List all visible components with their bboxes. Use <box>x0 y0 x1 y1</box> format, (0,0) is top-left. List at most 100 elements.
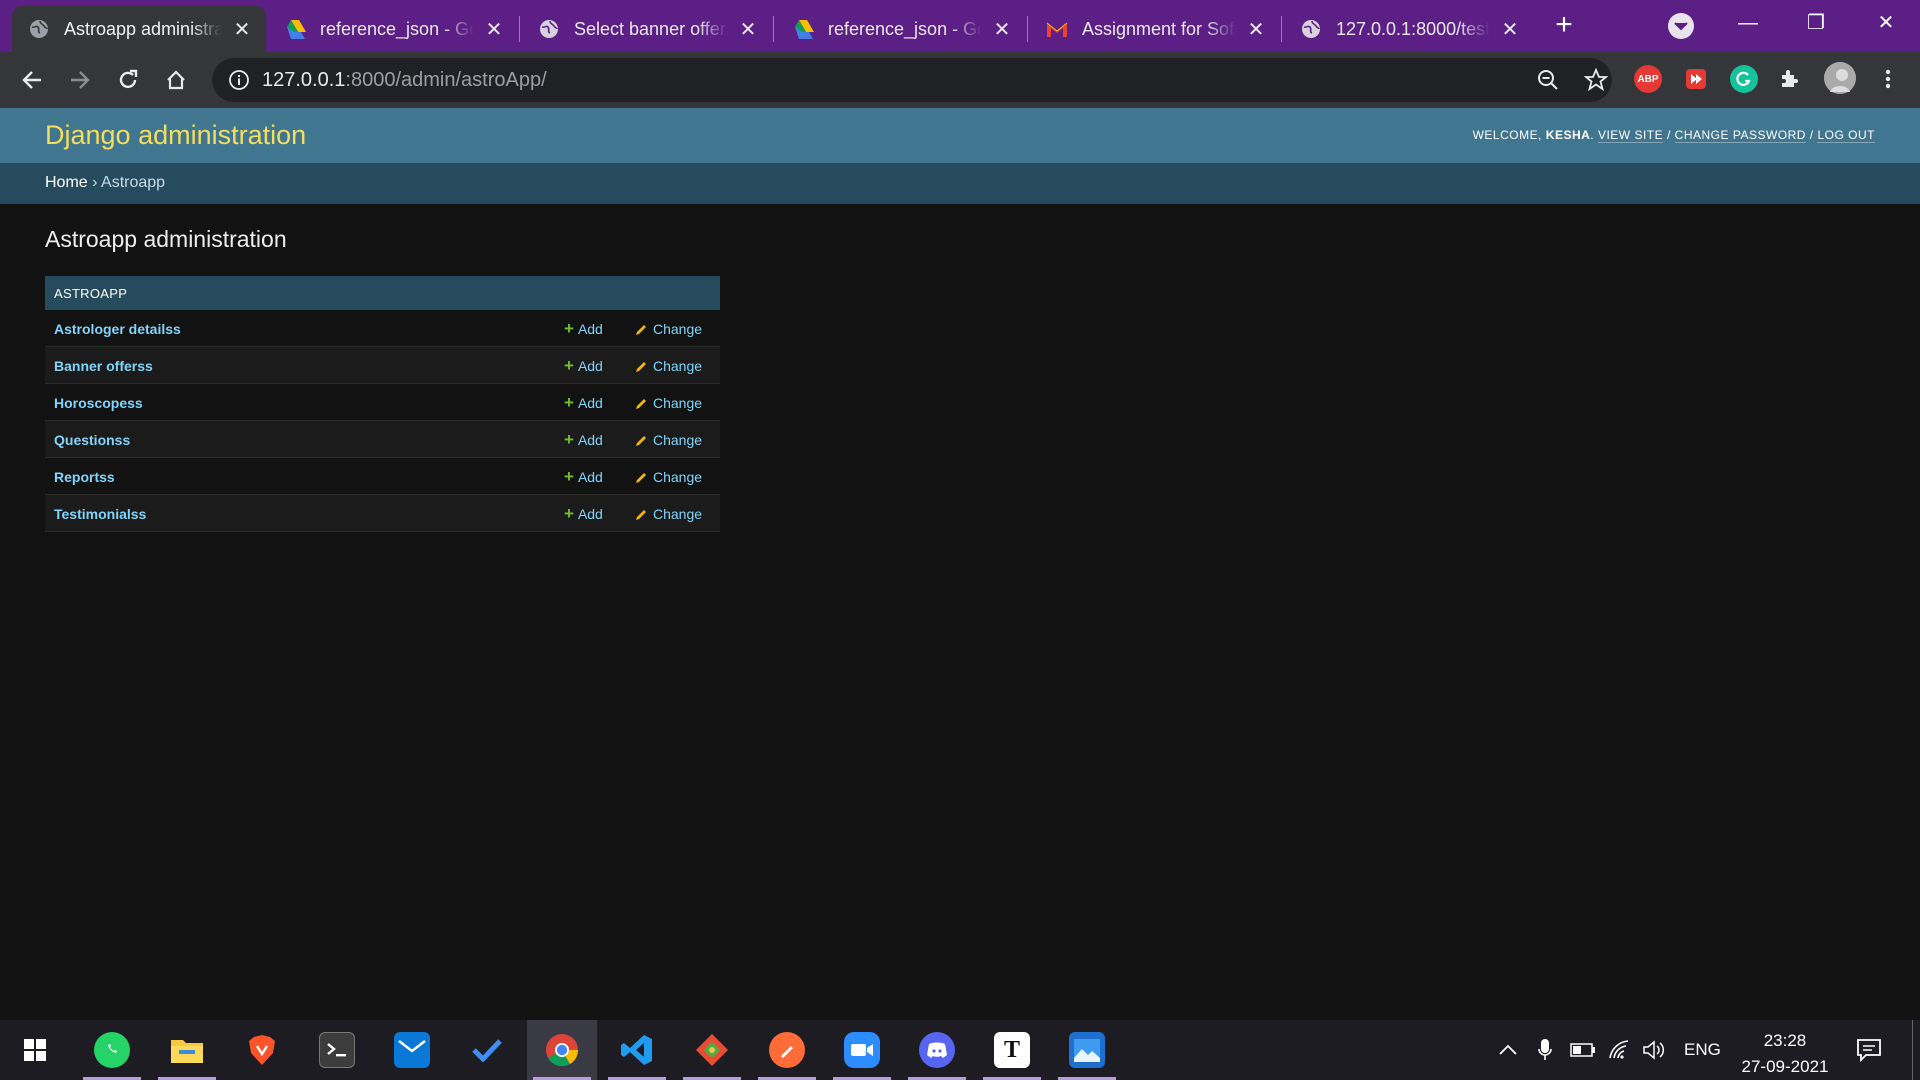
breadcrumb-home-link[interactable]: Home <box>45 174 88 191</box>
close-icon[interactable]: ✕ <box>992 19 1012 41</box>
taskbar-terminal[interactable] <box>302 1020 372 1080</box>
change-button[interactable]: Change <box>635 506 702 522</box>
battery-icon[interactable] <box>1570 1020 1596 1080</box>
plus-icon: + <box>564 356 574 375</box>
change-password-link[interactable]: CHANGE PASSWORD <box>1674 128 1806 143</box>
close-icon[interactable]: ✕ <box>484 19 504 41</box>
taskbar-discord[interactable] <box>902 1020 972 1080</box>
tab-select-banner-offers[interactable]: Select banner offers ✕ <box>522 6 772 52</box>
close-icon[interactable]: ✕ <box>1246 19 1266 41</box>
site-name[interactable]: Django administration <box>45 120 306 151</box>
change-button[interactable]: Change <box>635 358 702 374</box>
breadcrumb-separator: › <box>87 174 102 191</box>
tab-search-icon[interactable] <box>1668 13 1694 39</box>
wifi-icon[interactable] <box>1608 1020 1632 1080</box>
add-button[interactable]: + Add <box>564 319 603 338</box>
show-hidden-icons-chevron-icon[interactable] <box>1498 1020 1518 1080</box>
taskbar-vscode[interactable] <box>602 1020 672 1080</box>
tab-testimonials[interactable]: 127.0.0.1:8000/testi ✕ <box>1284 6 1534 52</box>
bookmark-star-icon[interactable] <box>1583 67 1609 92</box>
tab-reference-json-2[interactable]: reference_json - Go ✕ <box>776 6 1026 52</box>
taskbar-todo[interactable] <box>452 1020 522 1080</box>
start-button[interactable] <box>0 1020 70 1080</box>
video-extension-icon[interactable] <box>1682 65 1710 93</box>
taskbar-postman[interactable] <box>752 1020 822 1080</box>
system-clock[interactable]: 23:28 27-09-2021 <box>1730 1028 1840 1080</box>
tab-astroapp-admin[interactable]: Astroapp administra ✕ <box>12 6 266 52</box>
taskbar-chrome[interactable] <box>527 1020 597 1080</box>
more-menu-icon[interactable] <box>1874 65 1902 93</box>
language-indicator[interactable]: ENG <box>1684 1020 1721 1080</box>
add-button[interactable]: + Add <box>564 468 603 485</box>
minimize-icon[interactable]: — <box>1728 8 1768 38</box>
breadcrumb-trail: Home › Astroapp <box>45 174 165 192</box>
model-row: Reportss + Add Change <box>45 458 720 495</box>
taskbar-brave[interactable] <box>227 1020 297 1080</box>
globe-icon <box>1300 18 1322 40</box>
plus-icon: + <box>564 319 574 338</box>
grammarly-icon[interactable] <box>1730 65 1758 93</box>
adblock-plus-icon[interactable]: ABP <box>1634 65 1662 93</box>
change-button[interactable]: Change <box>635 395 702 411</box>
app-module-astroapp: ASTROAPP Astrologer detailss + Add Change… <box>45 276 720 532</box>
gmail-icon <box>1046 18 1068 40</box>
add-label: Add <box>577 432 603 448</box>
change-button[interactable]: Change <box>635 321 702 337</box>
change-label: Change <box>653 506 703 522</box>
profile-avatar[interactable] <box>1824 62 1856 94</box>
info-icon[interactable] <box>228 69 250 91</box>
view-site-link[interactable]: VIEW SITE <box>1597 128 1664 143</box>
pencil-icon <box>636 398 646 409</box>
taskbar-file-explorer[interactable] <box>152 1020 222 1080</box>
add-button[interactable]: + Add <box>564 505 603 522</box>
taskbar-mail[interactable] <box>377 1020 447 1080</box>
reload-icon[interactable] <box>112 64 144 96</box>
clock-time: 23:28 <box>1763 1031 1807 1050</box>
volume-icon[interactable] <box>1642 1020 1666 1080</box>
close-icon[interactable]: ✕ <box>1500 19 1520 41</box>
taskbar-git[interactable] <box>677 1020 747 1080</box>
back-arrow-icon[interactable] <box>16 64 48 96</box>
add-button[interactable]: + Add <box>564 431 603 448</box>
add-label: Add <box>577 506 603 522</box>
user-tools: WELCOME, KESHA. VIEW SITE / CHANGE PASSW… <box>1472 128 1875 143</box>
model-link[interactable]: Reportss <box>54 469 115 485</box>
add-button[interactable]: + Add <box>564 356 603 375</box>
model-link[interactable]: Horoscopess <box>54 395 143 411</box>
taskbar-zoom[interactable] <box>827 1020 897 1080</box>
microphone-icon[interactable] <box>1538 1020 1552 1080</box>
change-button[interactable]: Change <box>635 432 702 448</box>
forward-arrow-icon[interactable] <box>64 64 96 96</box>
model-link[interactable]: Astrologer detailss <box>54 321 181 337</box>
whatsapp-icon <box>94 1032 130 1068</box>
log-out-link[interactable]: LOG OUT <box>1817 128 1875 143</box>
tab-reference-json-1[interactable]: reference_json - Go ✕ <box>268 6 518 52</box>
brave-lion-icon <box>244 1032 280 1068</box>
taskbar-photos[interactable] <box>1052 1020 1122 1080</box>
show-desktop-strip[interactable] <box>1912 1020 1914 1080</box>
new-tab-icon[interactable]: + <box>1550 10 1578 40</box>
add-label: Add <box>577 321 603 337</box>
model-link[interactable]: Questionss <box>54 432 130 448</box>
extensions-puzzle-icon[interactable] <box>1776 65 1804 93</box>
zoom-icon[interactable] <box>1536 68 1560 92</box>
module-caption[interactable]: ASTROAPP <box>45 276 720 310</box>
model-link[interactable]: Banner offerss <box>54 358 153 374</box>
model-link[interactable]: Testimonialss <box>54 506 146 522</box>
taskbar-typora[interactable]: T <box>977 1020 1047 1080</box>
taskbar-whatsapp[interactable] <box>77 1020 147 1080</box>
model-row: Testimonialss + Add Change <box>45 495 720 532</box>
change-button[interactable]: Change <box>635 469 702 485</box>
notification-center-icon[interactable] <box>1856 1020 1882 1080</box>
close-window-icon[interactable]: ✕ <box>1866 8 1906 38</box>
tab-gmail-assignment[interactable]: Assignment for Soft ✕ <box>1030 6 1280 52</box>
windows-taskbar: T ENG 23:28 27-09-2021 <box>0 1020 1920 1080</box>
close-icon[interactable]: ✕ <box>232 19 252 41</box>
add-button[interactable]: + Add <box>564 394 603 411</box>
address-bar[interactable]: 127.0.0.1:8000/admin/astroApp/ <box>212 58 1612 102</box>
discord-icon <box>919 1032 955 1068</box>
home-icon[interactable] <box>160 64 192 96</box>
close-icon[interactable]: ✕ <box>738 19 758 41</box>
browser-tab-strip: Astroapp administra ✕ reference_json - G… <box>0 0 1920 52</box>
restore-icon[interactable]: ❐ <box>1796 8 1836 38</box>
